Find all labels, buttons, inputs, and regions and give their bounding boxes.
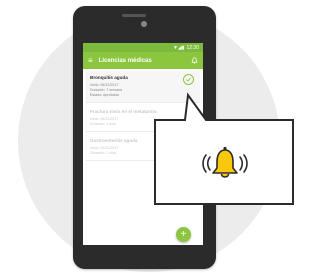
notification-callout: [154, 92, 294, 205]
ringing-bell-icon: [202, 146, 248, 178]
